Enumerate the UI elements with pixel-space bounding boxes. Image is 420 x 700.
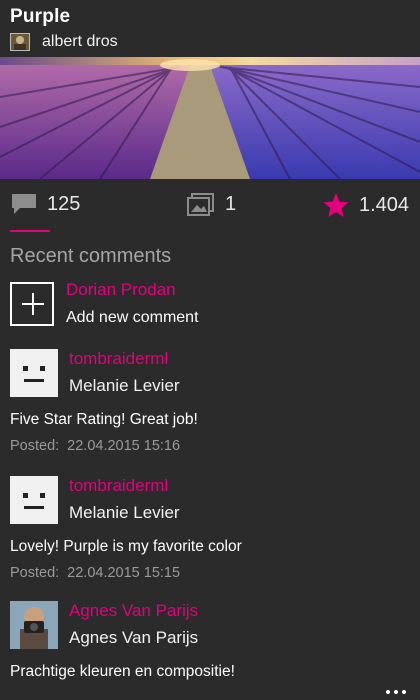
user-photo-avatar[interactable] [10, 601, 58, 649]
favorites-count: 1.404 [359, 193, 410, 216]
image-icon [187, 192, 215, 216]
photo-header: Purple [10, 6, 70, 28]
comment-author-name: Agnes Van Parijs [69, 628, 199, 647]
star-icon [322, 192, 350, 218]
more-icon[interactable] [386, 690, 406, 694]
main-photo[interactable] [0, 57, 420, 179]
comment-icon [10, 192, 38, 216]
comment-posted: Posted: 22.04.2015 15:15 [10, 565, 181, 581]
galleries-stat[interactable]: 1 [187, 192, 236, 216]
comment-text: Five Star Rating! Great job! [10, 411, 198, 428]
comments-count: 125 [47, 192, 81, 215]
comment-text: Prachtige kleuren en compositie! [10, 663, 235, 680]
current-user-name: Dorian Prodan [66, 280, 176, 299]
comment-username[interactable]: Agnes Van Parijs [69, 601, 198, 621]
default-avatar-icon[interactable] [10, 349, 58, 397]
comment-item: tombraiderml Melanie Levier Lovely! Purp… [10, 476, 410, 581]
recent-comments-title: Recent comments [10, 245, 172, 267]
comment-author-name: Melanie Levier [69, 376, 180, 395]
comment-posted: Posted: 22.04.2015 15:16 [10, 438, 181, 454]
favorites-stat[interactable]: 1.404 [322, 192, 409, 218]
comment-item: tombraiderml Melanie Levier Five Star Ra… [10, 349, 410, 454]
author-avatar[interactable] [10, 33, 30, 51]
add-comment-label[interactable]: Add new comment [66, 309, 199, 327]
default-avatar-icon[interactable] [10, 476, 58, 524]
stats-bar: 125 1 1.404 [0, 192, 420, 222]
photo-title: Purple [10, 6, 71, 27]
comment-timestamp: 22.04.2015 15:16 [67, 438, 181, 454]
comment-username[interactable]: tombraiderml [69, 476, 180, 496]
comments-stat[interactable]: 125 [10, 192, 80, 216]
comment-item: Agnes Van Parijs Agnes Van Parijs Pracht… [10, 601, 410, 681]
add-comment-button[interactable]: Dorian Prodan Add new comment [10, 280, 199, 327]
author-name[interactable]: albert dros [42, 33, 118, 51]
galleries-count: 1 [225, 192, 237, 215]
comment-text: Lovely! Purple is my favorite color [10, 538, 242, 555]
comment-timestamp: 22.04.2015 15:15 [67, 565, 181, 581]
author-row[interactable]: albert dros [10, 33, 118, 51]
comment-username[interactable]: tombraiderml [69, 349, 180, 369]
comment-author-name: Melanie Levier [69, 503, 180, 522]
add-icon[interactable] [10, 282, 54, 326]
section-divider [10, 230, 50, 232]
